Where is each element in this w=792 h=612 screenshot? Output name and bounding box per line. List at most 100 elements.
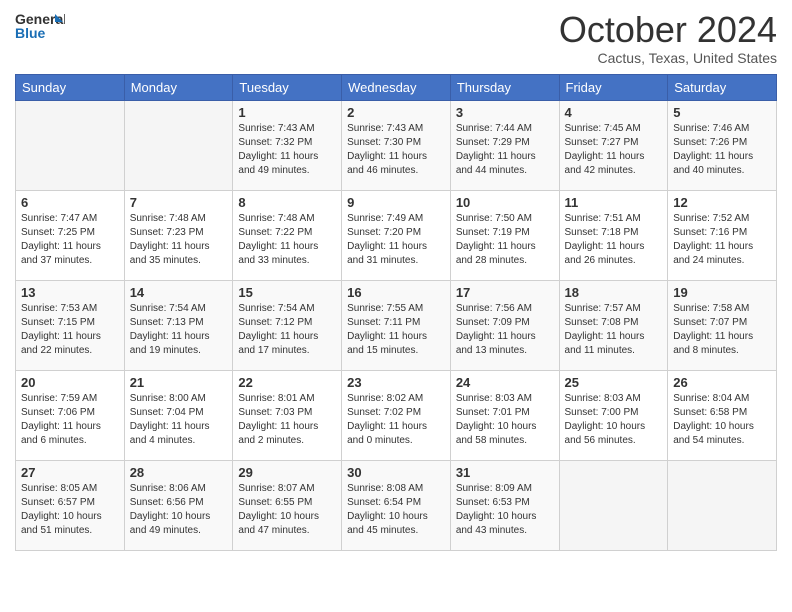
calendar-cell: 8 Sunrise: 7:48 AMSunset: 7:22 PMDaylight…: [233, 190, 342, 280]
day-info: Sunrise: 7:58 AMSunset: 7:07 PMDaylight:…: [673, 302, 771, 358]
day-info: Sunrise: 7:47 AMSunset: 7:25 PMDaylight:…: [21, 212, 119, 268]
calendar-cell: 3 Sunrise: 7:44 AMSunset: 7:29 PMDaylight…: [450, 100, 559, 190]
week-row-4: 20 Sunrise: 7:59 AMSunset: 7:06 PMDayligh…: [16, 370, 777, 460]
title-section: October 2024 Cactus, Texas, United State…: [559, 10, 777, 66]
calendar-cell: 4 Sunrise: 7:45 AMSunset: 7:27 PMDaylight…: [559, 100, 668, 190]
day-number: 6: [21, 195, 119, 210]
day-number: 20: [21, 375, 119, 390]
day-number: 26: [673, 375, 771, 390]
day-info: Sunrise: 7:44 AMSunset: 7:29 PMDaylight:…: [456, 122, 554, 178]
day-info: Sunrise: 8:08 AMSunset: 6:54 PMDaylight:…: [347, 482, 445, 538]
day-info: Sunrise: 7:56 AMSunset: 7:09 PMDaylight:…: [456, 302, 554, 358]
calendar-cell: 28 Sunrise: 8:06 AMSunset: 6:56 PMDayligh…: [124, 460, 233, 550]
day-info: Sunrise: 8:06 AMSunset: 6:56 PMDaylight:…: [130, 482, 228, 538]
calendar-cell: [16, 100, 125, 190]
calendar-cell: 13 Sunrise: 7:53 AMSunset: 7:15 PMDayligh…: [16, 280, 125, 370]
day-info: Sunrise: 8:05 AMSunset: 6:57 PMDaylight:…: [21, 482, 119, 538]
day-info: Sunrise: 7:53 AMSunset: 7:15 PMDaylight:…: [21, 302, 119, 358]
day-number: 3: [456, 105, 554, 120]
day-header-wednesday: Wednesday: [342, 74, 451, 100]
day-number: 7: [130, 195, 228, 210]
calendar-cell: 24Sunrise: 8:03 AMSunset: 7:01 PMDayligh…: [450, 370, 559, 460]
day-number: 12: [673, 195, 771, 210]
day-number: 24: [456, 375, 554, 390]
calendar-cell: 18Sunrise: 7:57 AMSunset: 7:08 PMDayligh…: [559, 280, 668, 370]
calendar-cell: 15 Sunrise: 7:54 AMSunset: 7:12 PMDayligh…: [233, 280, 342, 370]
calendar-cell: 10 Sunrise: 7:50 AMSunset: 7:19 PMDayligh…: [450, 190, 559, 280]
calendar-table: SundayMondayTuesdayWednesdayThursdayFrid…: [15, 74, 777, 551]
day-number: 19: [673, 285, 771, 300]
day-number: 2: [347, 105, 445, 120]
day-info: Sunrise: 7:52 AMSunset: 7:16 PMDaylight:…: [673, 212, 771, 268]
day-info: Sunrise: 7:51 AMSunset: 7:18 PMDaylight:…: [565, 212, 663, 268]
day-number: 17: [456, 285, 554, 300]
calendar-cell: 16 Sunrise: 7:55 AMSunset: 7:11 PMDayligh…: [342, 280, 451, 370]
day-number: 8: [238, 195, 336, 210]
day-number: 25: [565, 375, 663, 390]
day-number: 15: [238, 285, 336, 300]
calendar-cell: 12 Sunrise: 7:52 AMSunset: 7:16 PMDayligh…: [668, 190, 777, 280]
calendar-cell: 22Sunrise: 8:01 AMSunset: 7:03 PMDayligh…: [233, 370, 342, 460]
day-number: 13: [21, 285, 119, 300]
day-header-tuesday: Tuesday: [233, 74, 342, 100]
calendar-cell: 5 Sunrise: 7:46 AMSunset: 7:26 PMDaylight…: [668, 100, 777, 190]
calendar-cell: 11Sunrise: 7:51 AMSunset: 7:18 PMDayligh…: [559, 190, 668, 280]
day-info: Sunrise: 7:59 AMSunset: 7:06 PMDaylight:…: [21, 392, 119, 448]
day-info: Sunrise: 7:45 AMSunset: 7:27 PMDaylight:…: [565, 122, 663, 178]
day-info: Sunrise: 7:54 AMSunset: 7:12 PMDaylight:…: [238, 302, 336, 358]
page-header: GeneralBlue October 2024 Cactus, Texas, …: [15, 10, 777, 66]
calendar-cell: 1Sunrise: 7:43 AMSunset: 7:32 PMDaylight…: [233, 100, 342, 190]
day-header-friday: Friday: [559, 74, 668, 100]
logo: GeneralBlue: [15, 10, 65, 46]
week-row-5: 27 Sunrise: 8:05 AMSunset: 6:57 PMDayligh…: [16, 460, 777, 550]
day-info: Sunrise: 7:49 AMSunset: 7:20 PMDaylight:…: [347, 212, 445, 268]
day-info: Sunrise: 7:46 AMSunset: 7:26 PMDaylight:…: [673, 122, 771, 178]
day-number: 21: [130, 375, 228, 390]
day-number: 27: [21, 465, 119, 480]
calendar-cell: [124, 100, 233, 190]
day-header-monday: Monday: [124, 74, 233, 100]
day-info: Sunrise: 8:04 AMSunset: 6:58 PMDaylight:…: [673, 392, 771, 448]
calendar-cell: 21 Sunrise: 8:00 AMSunset: 7:04 PMDayligh…: [124, 370, 233, 460]
calendar-cell: 2Sunrise: 7:43 AMSunset: 7:30 PMDaylight…: [342, 100, 451, 190]
calendar-cell: 26 Sunrise: 8:04 AMSunset: 6:58 PMDayligh…: [668, 370, 777, 460]
calendar-cell: 14Sunrise: 7:54 AMSunset: 7:13 PMDayligh…: [124, 280, 233, 370]
day-info: Sunrise: 8:00 AMSunset: 7:04 PMDaylight:…: [130, 392, 228, 448]
calendar-cell: 9 Sunrise: 7:49 AMSunset: 7:20 PMDaylight…: [342, 190, 451, 280]
day-number: 9: [347, 195, 445, 210]
calendar-cell: 20 Sunrise: 7:59 AMSunset: 7:06 PMDayligh…: [16, 370, 125, 460]
day-number: 10: [456, 195, 554, 210]
day-info: Sunrise: 8:07 AMSunset: 6:55 PMDaylight:…: [238, 482, 336, 538]
day-number: 23: [347, 375, 445, 390]
day-info: Sunrise: 7:55 AMSunset: 7:11 PMDaylight:…: [347, 302, 445, 358]
calendar-cell: 23Sunrise: 8:02 AMSunset: 7:02 PMDayligh…: [342, 370, 451, 460]
month-title: October 2024: [559, 10, 777, 50]
day-number: 28: [130, 465, 228, 480]
day-number: 16: [347, 285, 445, 300]
day-info: Sunrise: 7:48 AMSunset: 7:22 PMDaylight:…: [238, 212, 336, 268]
day-number: 31: [456, 465, 554, 480]
day-info: Sunrise: 7:50 AMSunset: 7:19 PMDaylight:…: [456, 212, 554, 268]
calendar-cell: [668, 460, 777, 550]
calendar-cell: 30 Sunrise: 8:08 AMSunset: 6:54 PMDayligh…: [342, 460, 451, 550]
location: Cactus, Texas, United States: [559, 50, 777, 66]
calendar-cell: 17 Sunrise: 7:56 AMSunset: 7:09 PMDayligh…: [450, 280, 559, 370]
calendar-cell: [559, 460, 668, 550]
day-info: Sunrise: 8:09 AMSunset: 6:53 PMDaylight:…: [456, 482, 554, 538]
day-header-sunday: Sunday: [16, 74, 125, 100]
day-header-thursday: Thursday: [450, 74, 559, 100]
day-number: 5: [673, 105, 771, 120]
day-number: 30: [347, 465, 445, 480]
week-row-2: 6 Sunrise: 7:47 AMSunset: 7:25 PMDaylight…: [16, 190, 777, 280]
header-row: SundayMondayTuesdayWednesdayThursdayFrid…: [16, 74, 777, 100]
calendar-cell: 25 Sunrise: 8:03 AMSunset: 7:00 PMDayligh…: [559, 370, 668, 460]
calendar-cell: 31 Sunrise: 8:09 AMSunset: 6:53 PMDayligh…: [450, 460, 559, 550]
day-info: Sunrise: 8:01 AMSunset: 7:03 PMDaylight:…: [238, 392, 336, 448]
logo-svg: GeneralBlue: [15, 10, 65, 46]
day-info: Sunrise: 8:03 AMSunset: 7:00 PMDaylight:…: [565, 392, 663, 448]
day-number: 29: [238, 465, 336, 480]
day-number: 4: [565, 105, 663, 120]
day-number: 1: [238, 105, 336, 120]
day-info: Sunrise: 7:48 AMSunset: 7:23 PMDaylight:…: [130, 212, 228, 268]
calendar-cell: 6 Sunrise: 7:47 AMSunset: 7:25 PMDaylight…: [16, 190, 125, 280]
